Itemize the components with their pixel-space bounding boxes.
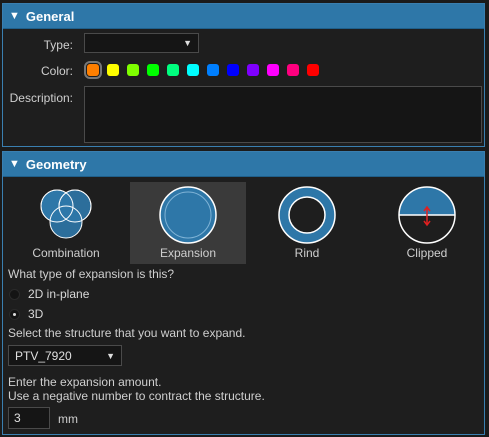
radio-2d-in-plane[interactable]: 2D in-plane — [9, 287, 89, 301]
expansion-type-question: What type of expansion is this? — [8, 267, 175, 281]
color-swatch[interactable] — [167, 64, 179, 76]
radio-button-2d[interactable] — [9, 288, 20, 300]
geometry-panel-header[interactable]: ▼ Geometry — [3, 152, 484, 177]
chevron-down-icon: ▼ — [106, 350, 115, 361]
color-swatch[interactable] — [107, 64, 119, 76]
radio-button-3d[interactable] — [9, 308, 20, 320]
general-panel-title: General — [25, 8, 75, 24]
color-swatch[interactable] — [147, 64, 159, 76]
color-swatch[interactable] — [227, 64, 239, 76]
geometry-option-label: Clipped — [406, 246, 448, 260]
type-label: Type: — [43, 38, 73, 52]
collapse-triangle-icon[interactable]: ▼ — [9, 10, 20, 22]
general-panel: ▼ General Type: ▼ Color: Description: — [2, 3, 485, 147]
radio-3d[interactable]: 3D — [9, 307, 43, 321]
color-swatches — [84, 61, 327, 79]
expansion-amount-value: 3 — [14, 411, 21, 425]
color-swatch[interactable] — [187, 64, 199, 76]
geometry-panel: ▼ Geometry Combination Expansion Rind Cl… — [2, 151, 485, 435]
geometry-panel-title: Geometry — [25, 156, 87, 172]
geometry-option-label: Expansion — [159, 246, 217, 260]
combination-icon — [40, 189, 92, 239]
expansion-icon — [159, 186, 217, 244]
type-select[interactable]: ▼ — [84, 33, 199, 53]
geometry-option-combination[interactable]: Combination — [8, 182, 124, 264]
color-swatch[interactable] — [84, 61, 102, 79]
geometry-option-expansion[interactable]: Expansion — [130, 182, 246, 264]
structure-select-value: PTV_7920 — [15, 348, 72, 363]
amount-unit-label: mm — [58, 412, 78, 426]
color-swatch[interactable] — [247, 64, 259, 76]
chevron-down-icon: ▼ — [183, 38, 192, 48]
radio-3d-label: 3D — [28, 307, 44, 321]
color-swatch[interactable] — [307, 64, 319, 76]
color-swatch[interactable] — [287, 64, 299, 76]
description-label: Description: — [9, 91, 73, 105]
general-panel-header[interactable]: ▼ General — [3, 4, 484, 29]
color-swatch[interactable] — [267, 64, 279, 76]
description-field[interactable] — [84, 86, 482, 143]
geometry-option-rind[interactable]: Rind — [249, 182, 365, 264]
color-label: Color: — [40, 64, 73, 78]
expansion-amount-input[interactable]: 3 — [8, 407, 50, 429]
clipped-icon — [398, 186, 456, 244]
radio-2d-label: 2D in-plane — [28, 287, 90, 301]
color-swatch[interactable] — [127, 64, 139, 76]
geometry-option-clipped[interactable]: Clipped — [369, 182, 485, 264]
geometry-option-label: Rind — [294, 246, 320, 260]
color-swatch[interactable] — [207, 64, 219, 76]
collapse-triangle-icon[interactable]: ▼ — [9, 158, 20, 170]
geometry-option-label: Combination — [32, 246, 100, 260]
structure-select[interactable]: PTV_7920 ▼ — [8, 345, 122, 366]
structure-prompt: Select the structure that you want to ex… — [8, 326, 246, 340]
rind-icon — [278, 186, 336, 244]
amount-prompt-line-2: Use a negative number to contract the st… — [8, 389, 265, 403]
amount-prompt-line-1: Enter the expansion amount. — [8, 375, 162, 389]
